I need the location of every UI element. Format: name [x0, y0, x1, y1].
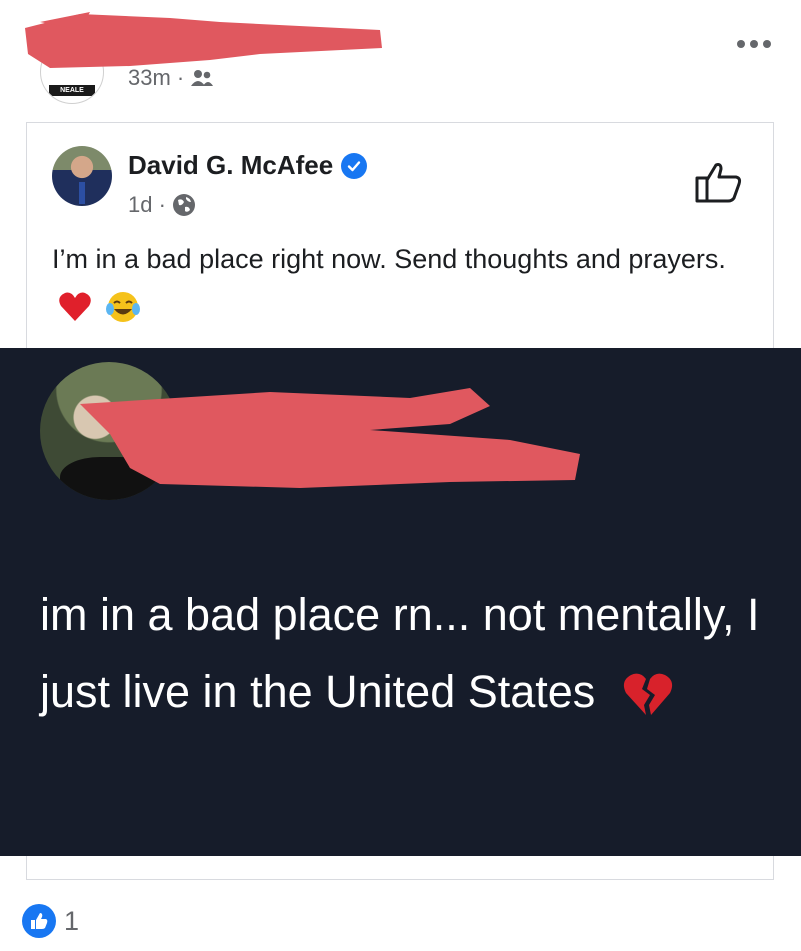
- verified-badge-icon: [341, 152, 368, 179]
- like-reaction-icon: [22, 904, 56, 938]
- thumbs-up-outline-icon[interactable]: [694, 160, 744, 204]
- top-post-meta: 33m ·: [128, 65, 214, 91]
- author-name-row: David G. McAfee: [128, 150, 368, 181]
- tears-of-joy-emoji: [105, 291, 140, 322]
- shared-post-body: I’m in a bad place right now. Send thoug…: [52, 244, 726, 274]
- reaction-summary[interactable]: 1: [22, 904, 79, 938]
- globe-icon: [172, 194, 195, 216]
- author-name[interactable]: David G. McAfee: [128, 150, 333, 181]
- avatar-logo-text: NEALE: [49, 85, 95, 96]
- friends-icon: [191, 70, 214, 86]
- more-options-icon[interactable]: [737, 40, 771, 48]
- shared-post-time[interactable]: 1d ·: [128, 192, 166, 218]
- top-post-time: 33m ·: [128, 65, 185, 90]
- shared-post-text: I’m in a bad place right now. Send thoug…: [52, 236, 752, 328]
- author-avatar[interactable]: [52, 146, 112, 206]
- red-heart-emoji: [59, 292, 91, 321]
- tweet-text: im in a bad place rn... not mentally, I …: [40, 576, 790, 730]
- reaction-count: 1: [64, 905, 80, 936]
- redaction-scribble-tweet: [80, 388, 580, 488]
- author-meta: 1d ·: [128, 192, 196, 218]
- broken-heart-emoji: [623, 673, 672, 716]
